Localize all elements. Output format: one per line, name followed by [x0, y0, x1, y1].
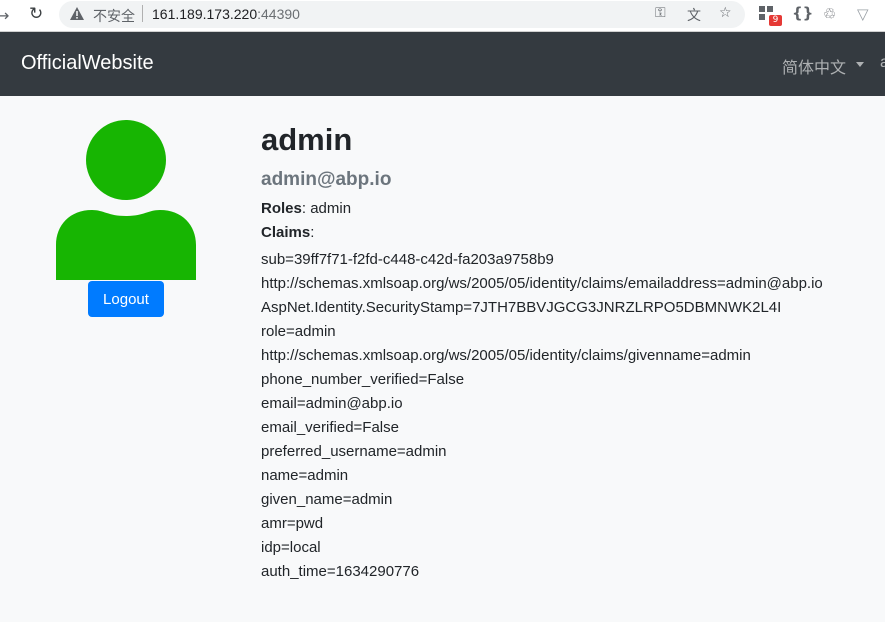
browser-toolbar: → ↻ 不安全 161.189.173.220:44390 ⚿ 文 ☆ 9 {}…: [0, 0, 885, 32]
claim-item: email=admin@abp.io: [261, 395, 403, 412]
claim-item: role=admin: [261, 323, 336, 340]
claim-item: amr=pwd: [261, 515, 324, 532]
claim-item: http://schemas.xmlsoap.org/ws/2005/05/id…: [261, 275, 823, 292]
claim-item: idp=local: [261, 539, 321, 556]
reload-icon[interactable]: ↻: [29, 4, 43, 24]
claim-item: preferred_username=admin: [261, 443, 447, 460]
brand-link[interactable]: OfficialWebsite: [21, 52, 154, 75]
language-dropdown[interactable]: 简体中文: [782, 54, 846, 78]
user-menu[interactable]: a: [880, 54, 885, 72]
address-bar[interactable]: 不安全 161.189.173.220:44390 ⚿ 文 ☆: [59, 1, 745, 28]
recycle-icon[interactable]: ♲: [823, 5, 836, 23]
translate-icon[interactable]: 文: [687, 5, 701, 25]
user-email: admin@abp.io: [261, 169, 392, 190]
roles-value: : admin: [301, 200, 352, 217]
claim-item: name=admin: [261, 467, 349, 484]
claim-item: phone_number_verified=False: [261, 371, 465, 388]
extension-badge: 9: [769, 15, 782, 26]
claims-list: sub=39ff7f71-f2fd-c448-c42d-fa203a9758b9…: [261, 248, 823, 584]
star-icon[interactable]: ☆: [719, 5, 732, 21]
warning-icon: [70, 7, 84, 20]
user-avatar-icon: [56, 120, 196, 280]
url-host: 161.189.173.220: [152, 6, 258, 22]
claim-item: sub=39ff7f71-f2fd-c448-c42d-fa203a9758b9: [261, 251, 554, 268]
roles-label: Roles: [261, 200, 302, 217]
claim-item: auth_time=1634290776: [261, 563, 420, 580]
url-port: :44390: [257, 6, 300, 22]
claims-label: Claims: [261, 224, 311, 241]
logout-button[interactable]: Logout: [88, 281, 164, 317]
top-navbar: OfficialWebsite 简体中文 a: [0, 32, 885, 96]
insecure-label: 不安全: [93, 9, 135, 25]
chevron-down-icon[interactable]: [856, 62, 864, 67]
forward-arrow-icon[interactable]: →: [0, 6, 9, 25]
claim-item: AspNet.Identity.SecurityStamp=7JTH7BBVJG…: [261, 299, 782, 316]
claims-colon: :: [310, 224, 315, 241]
username-heading: admin: [261, 122, 353, 157]
claim-item: http://schemas.xmlsoap.org/ws/2005/05/id…: [261, 347, 751, 364]
roles-line: Roles: admin: [261, 200, 881, 217]
claim-item: given_name=admin: [261, 491, 393, 508]
json-braces-icon[interactable]: {}: [792, 4, 813, 22]
claim-item: email_verified=False: [261, 419, 399, 436]
key-icon[interactable]: ⚿: [655, 5, 666, 21]
claims-line: Claims:: [261, 224, 881, 241]
url-divider: [142, 5, 143, 22]
url-text: 161.189.173.220:44390: [152, 6, 300, 22]
vue-devtools-icon[interactable]: ▽: [857, 5, 869, 23]
